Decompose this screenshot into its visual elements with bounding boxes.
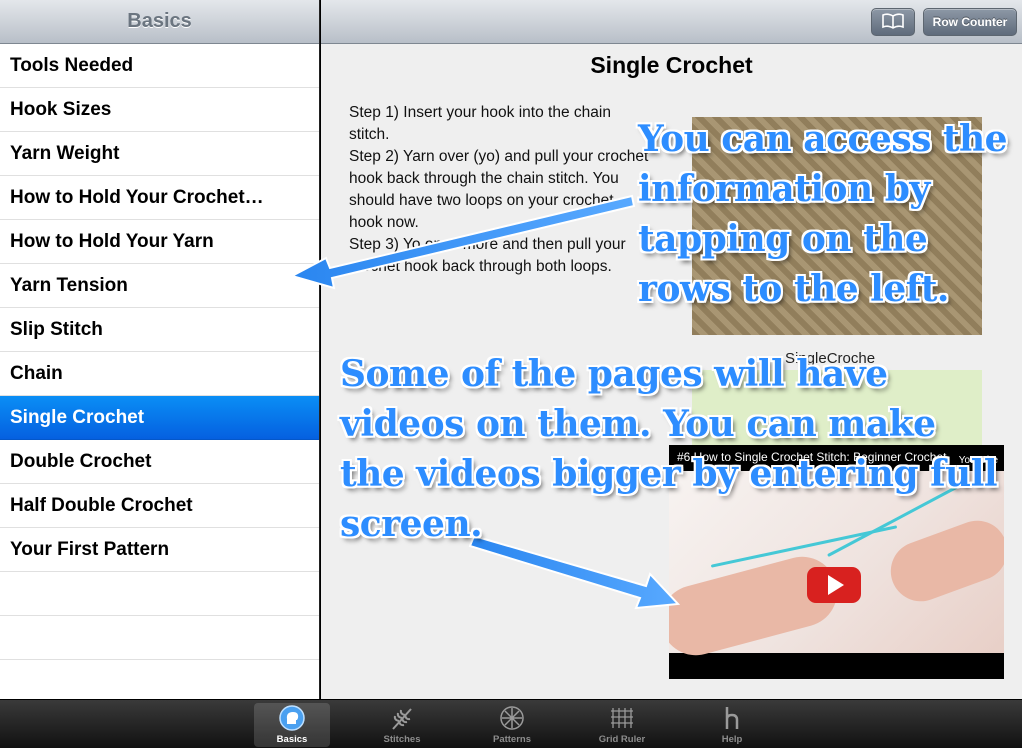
list-item-single-crochet[interactable]: Single Crochet (0, 396, 319, 440)
detail-navbar: Row Counter (321, 0, 1022, 44)
callout-video-info: Some of the pages will have videos on th… (340, 353, 998, 545)
list-item-hold-crochet[interactable]: How to Hold Your Crochet… (0, 176, 319, 220)
book-button[interactable] (871, 8, 915, 36)
tab-patterns[interactable]: Patterns (474, 703, 550, 747)
tab-bar: Basics Stitches Patterns Grid Ruler Help (0, 699, 1022, 748)
list-item-hold-yarn[interactable]: How to Hold Your Yarn (0, 220, 319, 264)
tab-label: Grid Ruler (598, 734, 646, 745)
row-counter-button[interactable]: Row Counter (923, 8, 1017, 36)
empty-row (0, 660, 319, 699)
play-icon (828, 575, 844, 595)
list-item-chain[interactable]: Chain (0, 352, 319, 396)
page-title: Single Crochet (590, 52, 753, 78)
sidebar: Basics Tools Needed Hook Sizes Yarn Weig… (0, 0, 320, 699)
empty-row (0, 616, 319, 660)
tab-label: Basics (276, 734, 308, 745)
sidebar-navbar: Basics (0, 0, 319, 44)
sidebar-title: Basics (127, 10, 192, 32)
wheat-icon (387, 704, 417, 732)
empty-row (0, 572, 319, 616)
help-h-icon (717, 704, 747, 732)
tab-label: Help (721, 734, 743, 745)
tab-label: Stitches (383, 734, 421, 745)
snowflake-icon (497, 704, 527, 732)
tab-basics[interactable]: Basics (254, 703, 330, 747)
callout-list-info: You can access the information by tappin… (638, 118, 1008, 310)
tab-label: Patterns (492, 734, 531, 745)
list-item-double-crochet[interactable]: Double Crochet (0, 440, 319, 484)
list-item-slip-stitch[interactable]: Slip Stitch (0, 308, 319, 352)
tab-stitches[interactable]: Stitches (364, 703, 440, 747)
grid-icon (607, 704, 637, 732)
list-item-first-pattern[interactable]: Your First Pattern (0, 528, 319, 572)
steps-text: Step 1) Insert your hook into the chain … (349, 104, 649, 275)
play-button[interactable] (807, 567, 861, 603)
tab-help[interactable]: Help (694, 703, 770, 747)
head-icon (277, 704, 307, 732)
list-item-half-double-crochet[interactable]: Half Double Crochet (0, 484, 319, 528)
list-item-yarn-weight[interactable]: Yarn Weight (0, 132, 319, 176)
list-item-hook-sizes[interactable]: Hook Sizes (0, 88, 319, 132)
list-item-tools-needed[interactable]: Tools Needed (0, 44, 319, 88)
book-icon (881, 12, 905, 32)
list-item-yarn-tension[interactable]: Yarn Tension (0, 264, 319, 308)
topic-list: Tools Needed Hook Sizes Yarn Weight How … (0, 44, 319, 699)
tab-grid-ruler[interactable]: Grid Ruler (584, 703, 660, 747)
